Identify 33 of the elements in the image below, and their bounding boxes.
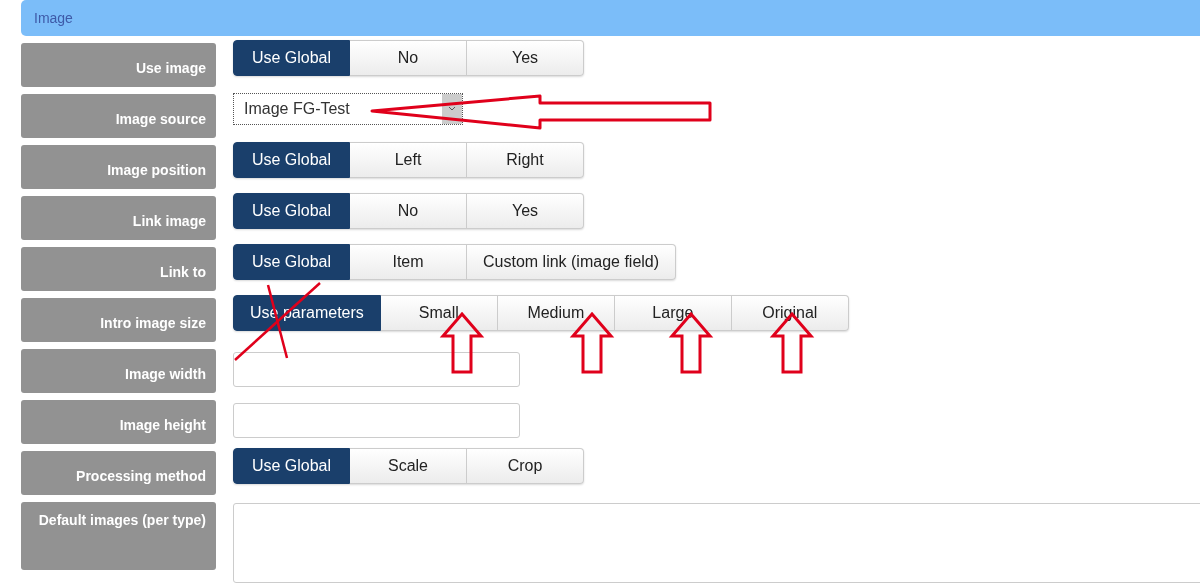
option-button[interactable]: Small [380, 295, 498, 331]
field-label: Intro image size [21, 298, 216, 342]
option-button[interactable]: Yes [467, 193, 584, 229]
option-button[interactable]: Use Global [233, 193, 350, 229]
option-button[interactable]: Medium [497, 295, 615, 331]
field-label: Use image [21, 43, 216, 87]
option-button[interactable]: Crop [467, 448, 584, 484]
field-label: Link image [21, 196, 216, 240]
field-label: Image width [21, 349, 216, 393]
select-field[interactable]: Image FG-Test [233, 93, 463, 125]
section-title: Image [34, 10, 73, 26]
option-button[interactable]: Scale [350, 448, 467, 484]
option-button[interactable]: Use Global [233, 142, 350, 178]
text-area[interactable] [233, 503, 1200, 583]
option-button[interactable]: Custom link (image field) [467, 244, 677, 280]
input-field[interactable] [233, 352, 520, 387]
option-button[interactable]: Item [350, 244, 467, 280]
option-button[interactable]: Yes [467, 40, 584, 76]
option-button[interactable]: Right [467, 142, 584, 178]
input-field[interactable] [233, 403, 520, 438]
option-button[interactable]: Use Global [233, 40, 350, 76]
field-label: Image height [21, 400, 216, 444]
field-label: Image position [21, 145, 216, 189]
field-label: Processing method [21, 451, 216, 495]
option-button[interactable]: No [350, 193, 467, 229]
option-button[interactable]: Large [614, 295, 732, 331]
option-button[interactable]: Use Global [233, 448, 350, 484]
option-button[interactable]: Use Global [233, 244, 350, 280]
option-button[interactable]: Left [350, 142, 467, 178]
field-label: Image source [21, 94, 216, 138]
field-label: Link to [21, 247, 216, 291]
option-button[interactable]: No [350, 40, 467, 76]
field-label: Default images (per type) [21, 502, 216, 570]
